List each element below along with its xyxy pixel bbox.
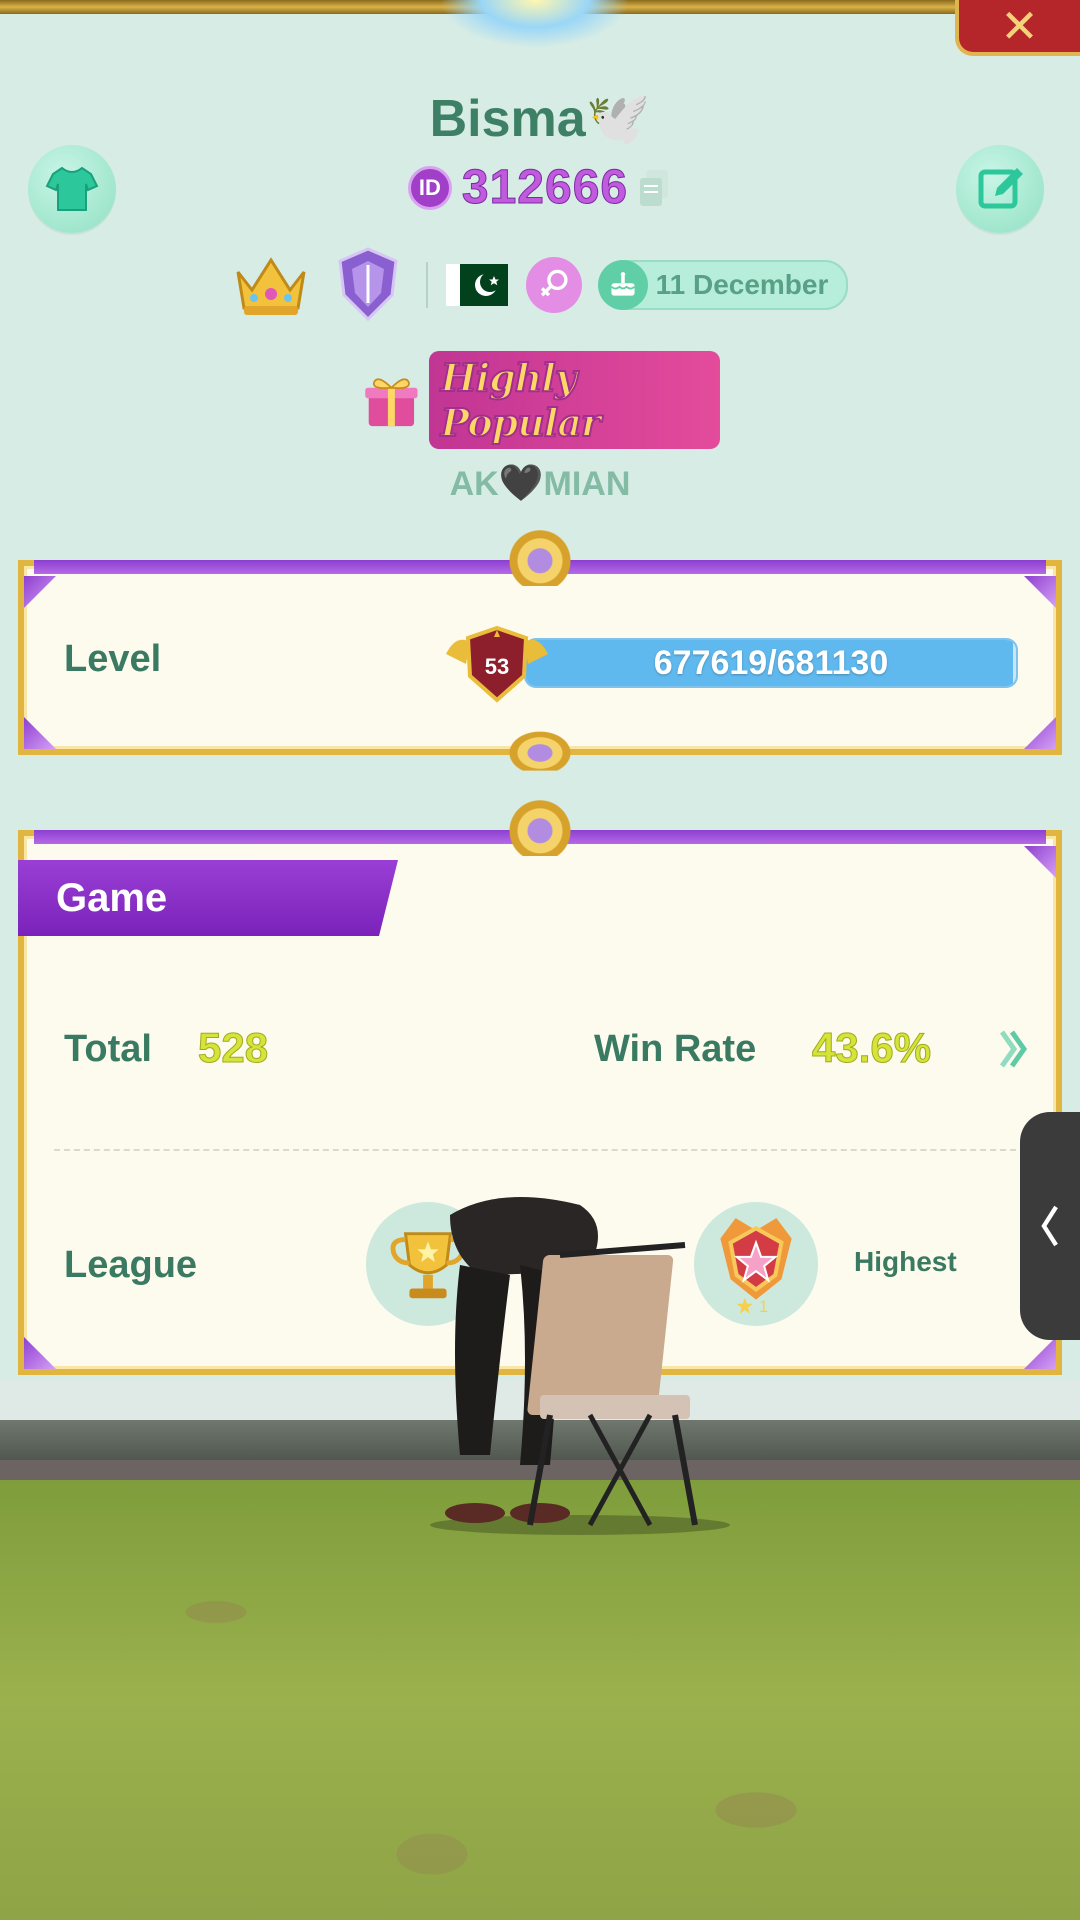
- level-progress-bar: 677619/681130: [524, 638, 1018, 688]
- section-divider: [54, 1149, 1026, 1151]
- birthday-pill: 11 December: [597, 260, 849, 310]
- cake-icon: [597, 260, 648, 310]
- badge-divider: [425, 262, 428, 308]
- corner-ornament: [24, 1337, 56, 1369]
- family-tag-right: MIAN: [543, 465, 631, 503]
- level-panel: Level 677619/681130 53: [18, 530, 1062, 771]
- birthday-text: 11 December: [655, 269, 829, 300]
- tab-game[interactable]: Game: [18, 860, 398, 936]
- popularity-label: Highly Popular: [428, 351, 720, 449]
- corner-ornament: [1024, 576, 1056, 608]
- close-button[interactable]: ✕: [955, 0, 1080, 56]
- crown-icon[interactable]: [232, 250, 310, 320]
- top-sparkle-decoration: [440, 0, 630, 48]
- heart-icon: 🖤: [498, 462, 544, 503]
- side-drawer-handle[interactable]: [1020, 1112, 1080, 1340]
- win-rate-value[interactable]: 43.6%: [811, 1024, 931, 1072]
- level-number: 53: [485, 654, 509, 679]
- corner-ornament: [1024, 846, 1056, 878]
- username: Bisma🕊️: [429, 90, 651, 148]
- win-rate-label[interactable]: Win Rate: [594, 1028, 756, 1071]
- level-progress-text: 677619/681130: [653, 643, 889, 682]
- copy-icon[interactable]: [638, 168, 672, 208]
- flag-icon: [445, 264, 508, 306]
- badges-row: 11 December: [0, 245, 1080, 325]
- corner-ornament: [24, 576, 56, 608]
- scene-grass: [0, 1480, 1080, 1920]
- panel-ornament-top: [480, 800, 600, 856]
- panel-ornament-bottom: [480, 731, 600, 771]
- corner-ornament: [1024, 1337, 1056, 1369]
- popularity-badge: Highly Popular: [360, 351, 720, 449]
- corner-ornament: [24, 717, 56, 749]
- user-id-row: ID 312666: [0, 160, 1080, 215]
- user-id-number: 312666: [461, 161, 629, 215]
- shield-icon[interactable]: [328, 245, 408, 325]
- chevron-left-icon: [1041, 1205, 1058, 1247]
- family-tag[interactable]: AK🖤MIAN: [0, 462, 1080, 504]
- gift-icon: [365, 378, 418, 427]
- panel-ornament-top: [480, 530, 600, 586]
- corner-ornament: [1024, 717, 1056, 749]
- total-value: 528: [197, 1024, 269, 1072]
- person-on-chair-image: [430, 1197, 730, 1535]
- family-tag-left: AK: [449, 465, 499, 503]
- level-label: Level: [64, 638, 162, 680]
- highest-star-count: 1: [759, 1298, 768, 1316]
- id-badge-icon: ID: [407, 165, 452, 210]
- league-label: League: [64, 1244, 198, 1286]
- female-icon: [525, 257, 582, 313]
- highest-label: Highest: [854, 1246, 957, 1277]
- chevron-right-icon[interactable]: [996, 1026, 1030, 1072]
- total-label: Total: [64, 1028, 152, 1070]
- level-badge: 53: [446, 625, 548, 703]
